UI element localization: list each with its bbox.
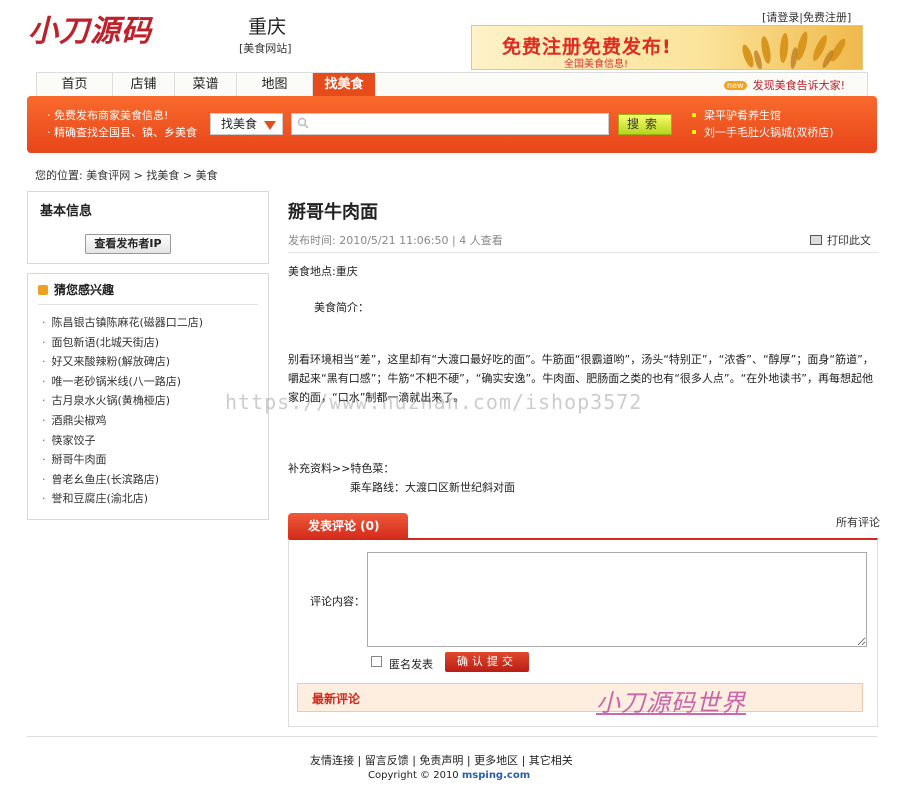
comment-textarea[interactable]	[367, 552, 867, 647]
signature-watermark: 小刀源码世界	[596, 689, 746, 717]
latest-comments-bar: 最新评论	[297, 683, 863, 712]
featured-link-2[interactable]: 刘一手毛肚火锅城(双桥店)	[692, 124, 834, 141]
comment-content-label: 评论内容：	[310, 595, 365, 608]
nav-map[interactable]: 地图	[237, 73, 313, 97]
search-icon	[297, 117, 309, 129]
tip-line-1: · 免费发布商家美食信息!	[47, 109, 169, 122]
food-location: 美食地点:重庆	[288, 265, 358, 278]
interest-item[interactable]: 曾老幺鱼庄(长滨路店)	[42, 471, 203, 491]
all-comments-link[interactable]: 所有评论	[836, 514, 880, 530]
search-category-select[interactable]: 找美食	[210, 113, 283, 135]
copyright-prefix: Copyright © 2010	[368, 770, 459, 781]
food-intro-label: 美食简介：	[314, 301, 369, 314]
footer-links[interactable]: 友情连接 | 留言反馈 | 免责声明 | 更多地区 | 其它相关	[310, 752, 573, 768]
bullet-icon	[692, 130, 696, 134]
login-register-links[interactable]: [请登录|免费注册]	[762, 9, 851, 25]
interest-item[interactable]: 好又来酸辣粉(解放碑店)	[42, 353, 203, 373]
tip-line-2: · 精确查找全国县、镇、乡美食	[47, 126, 197, 139]
main-nav: 首页 店铺 菜谱 地图 找美食 new 发现美食告诉大家!	[36, 72, 868, 97]
search-button[interactable]: 搜索	[618, 114, 672, 135]
divider	[38, 304, 258, 305]
submit-comment-button[interactable]: 确认提交	[445, 652, 529, 672]
interest-item[interactable]: 酒鼎尖椒鸡	[42, 412, 203, 432]
interest-item[interactable]: 唯一老砂锅米线(八一路店)	[42, 373, 203, 393]
tab-post-comment[interactable]: 发表评论 (0)	[288, 513, 408, 539]
register-banner[interactable]: 免费注册免费发布! 全国美食信息!	[471, 25, 863, 70]
banner-subline: 全国美食信息!	[564, 59, 629, 70]
nav-recipes[interactable]: 菜谱	[175, 73, 237, 97]
featured-link-1[interactable]: 梁平驴肴养生馆	[692, 107, 834, 124]
interest-item[interactable]: 面包新语(北城天街店)	[42, 334, 203, 354]
divider	[288, 252, 878, 253]
interest-item[interactable]: 陈昌银古镇陈麻花(磁器口二店)	[42, 314, 204, 334]
nav-find-food[interactable]: 找美食	[313, 73, 375, 97]
article-meta: 发布时间: 2010/5/21 11:06:50 | 4 人查看	[288, 234, 503, 247]
dropdown-arrow-icon	[264, 121, 276, 130]
featured-link-1-label: 梁平驴肴养生馆	[704, 109, 781, 122]
site-logo[interactable]: 小刀源码	[28, 6, 152, 50]
view-publisher-ip-button[interactable]: 查看发布者IP	[85, 234, 171, 254]
watermark-url: https://www.huzhan.com/ishop3572	[225, 390, 643, 414]
nav-promo-text: 发现美食告诉大家!	[752, 79, 845, 92]
latest-comments-title: 最新评论	[312, 692, 361, 706]
interest-item[interactable]: 古月泉水火锅(黄桷桠店)	[42, 392, 203, 412]
breadcrumb[interactable]: 您的位置: 美食评网 > 找美食 > 美食	[35, 167, 218, 183]
extra-info: 补充资料>>特色菜：	[288, 462, 395, 475]
nav-shops[interactable]: 店铺	[113, 73, 175, 97]
page-title: 掰哥牛肉面	[288, 202, 378, 223]
interest-item[interactable]: 筷家饺子	[42, 432, 203, 452]
interest-item[interactable]: 掰哥牛肉面	[42, 451, 203, 471]
search-category-value: 找美食	[221, 117, 258, 131]
basic-info-box: 基本信息 查看发布者IP	[27, 191, 269, 264]
copyright-site[interactable]: msping.com	[462, 770, 530, 781]
transport-route: 乘车路线：大渡口区新世纪斜对面	[350, 481, 515, 494]
copyright: Copyright © 2010 msping.com	[368, 770, 530, 781]
interest-header: 猜您感兴趣	[38, 281, 114, 298]
anonymous-checkbox[interactable]	[371, 656, 382, 667]
print-button[interactable]: 打印此文	[810, 232, 871, 248]
interest-list: 陈昌银古镇陈麻花(磁器口二店) 面包新语(北城天街店) 好又来酸辣粉(解放碑店)…	[42, 314, 204, 510]
featured-link-2-label: 刘一手毛肚火锅城(双桥店)	[704, 126, 834, 139]
wheat-icon	[742, 31, 846, 69]
footer-divider	[27, 736, 877, 737]
bullet-icon	[692, 113, 696, 117]
interest-icon	[38, 285, 48, 295]
search-bar-tips: · 免费发布商家美食信息! · 精确查找全国县、镇、乡美食	[47, 107, 197, 141]
basic-info-title: 基本信息	[40, 204, 93, 219]
search-input[interactable]	[291, 113, 609, 135]
nav-home[interactable]: 首页	[37, 73, 113, 97]
new-badge: new	[724, 81, 747, 90]
site-subtitle: [美食网站]	[239, 42, 292, 55]
search-bar: · 免费发布商家美食信息! · 精确查找全国县、镇、乡美食 找美食 搜索 梁平驴…	[27, 96, 877, 153]
interest-title: 猜您感兴趣	[54, 283, 115, 297]
anonymous-label: 匿名发表	[389, 658, 433, 671]
printer-icon	[810, 235, 822, 245]
city-name: 重庆	[248, 16, 287, 38]
interest-item[interactable]: 誉和豆腐庄(渝北店)	[42, 490, 203, 510]
search-bar-featured: 梁平驴肴养生馆 刘一手毛肚火锅城(双桥店)	[692, 107, 834, 141]
print-label: 打印此文	[827, 234, 871, 247]
nav-promo[interactable]: new 发现美食告诉大家!	[724, 77, 845, 93]
